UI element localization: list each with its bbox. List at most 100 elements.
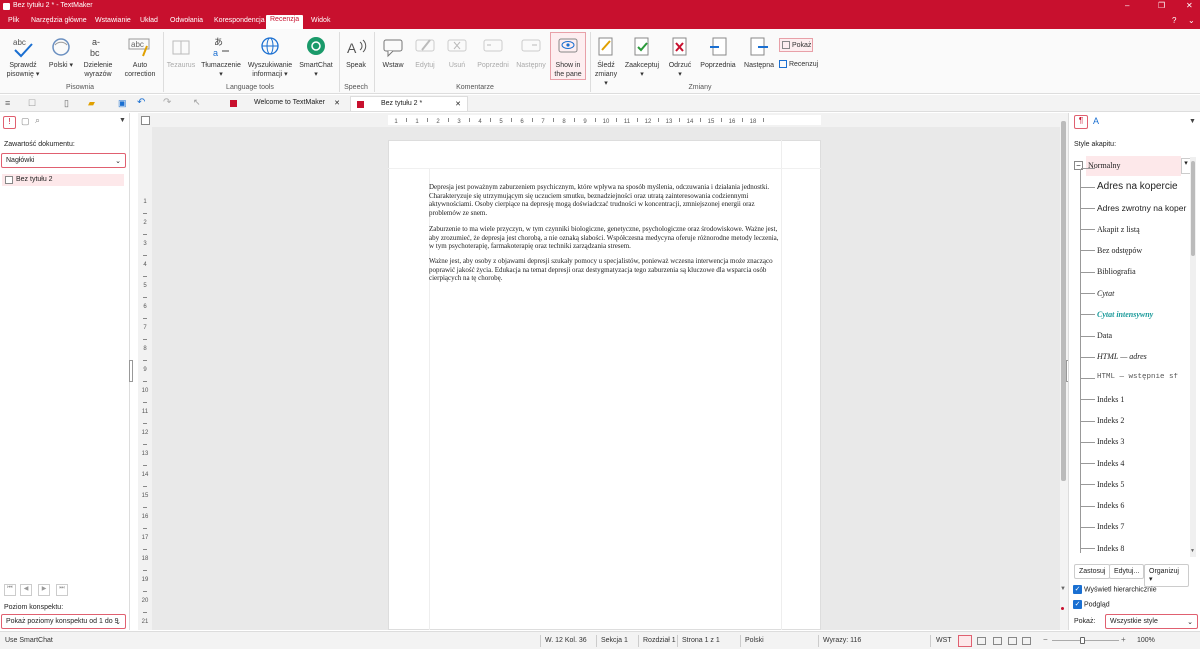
paragraph[interactable]: Ważne jest, aby osoby z objawami depresj… (429, 257, 781, 283)
ribbon-collapse-icon[interactable]: ⌄ (1188, 16, 1195, 25)
scrollbar-thumb[interactable] (1191, 161, 1195, 256)
next-comment-button[interactable]: Następny (514, 36, 548, 70)
master-page-view-icon[interactable] (1008, 637, 1017, 645)
edit-style-button[interactable]: Edytuj... (1109, 564, 1145, 579)
show-markup-button[interactable]: Pokaż (779, 38, 813, 52)
track-changes-button[interactable]: Śledź zmiany ▾ (593, 36, 619, 88)
menu-tab-home[interactable]: Narzędzia główne (27, 16, 91, 25)
navigator-icon[interactable]: ! (3, 116, 16, 129)
outline-tree-item[interactable]: Bez tytułu 2 (2, 174, 124, 186)
checkbox-icon[interactable] (5, 176, 13, 184)
close-tab-icon[interactable]: ✕ (334, 99, 340, 107)
zoom-slider-thumb[interactable] (1080, 637, 1085, 644)
style-item[interactable]: Cytat intensywny (1097, 310, 1189, 319)
menu-tab-review[interactable]: Recenzja (266, 15, 304, 29)
style-item[interactable]: Cytat (1097, 289, 1189, 298)
previous-change-button[interactable]: Poprzednia (699, 36, 737, 70)
horizontal-ruler[interactable]: 1 1 2 3 4 5 6 7 8 9 10 11 12 13 14 15 16 18 (138, 113, 1060, 127)
scroll-down-icon[interactable]: ▼ (1060, 586, 1066, 592)
apply-style-button[interactable]: Zastosuj (1074, 564, 1111, 579)
delete-comment-button[interactable]: Usuń (443, 36, 471, 70)
full-screen-icon[interactable] (1022, 637, 1031, 645)
zoom-level[interactable]: 100% (1137, 637, 1155, 644)
menu-tab-layout[interactable]: Układ (136, 16, 162, 25)
chevron-down-icon[interactable]: ▼ (1189, 118, 1196, 125)
menu-tab-file[interactable]: Plik (4, 16, 23, 25)
style-item[interactable]: Indeks 5 (1097, 480, 1189, 489)
reject-change-button[interactable]: Odrzuć ▾ (666, 36, 694, 79)
show-in-pane-button[interactable]: Show in the pane (550, 32, 586, 80)
style-item[interactable]: Indeks 8 (1097, 544, 1189, 553)
style-item[interactable]: Bez odstępów (1097, 246, 1189, 255)
research-button[interactable]: Wyszukiwanie informacji ▾ (247, 36, 293, 79)
outline-view-icon[interactable] (993, 637, 1002, 645)
menu-icon[interactable]: ≡ (5, 98, 10, 108)
continuous-view-icon[interactable] (977, 637, 986, 645)
chevron-down-icon[interactable]: ▼ (119, 117, 126, 124)
style-item[interactable]: Adres na kopercie (1097, 181, 1189, 192)
bookmark-icon[interactable]: ▢ (21, 116, 30, 127)
content-type-select[interactable]: Nagłówki ⌄ (1, 153, 126, 168)
zoom-slider[interactable] (1052, 640, 1119, 641)
language-status[interactable]: Polski (745, 637, 764, 644)
thesaurus-button[interactable]: Tezaurus (164, 36, 198, 70)
zoom-in-icon[interactable]: + (1121, 635, 1126, 644)
vertical-ruler[interactable]: 1 2 3 4 5 6 7 8 9 10 11 12 13 14 15 16 17 18 19 20 21 (138, 127, 152, 634)
tab-document[interactable]: Bez tytułu 2 * ✕ (350, 96, 468, 111)
menu-tab-insert[interactable]: Wstawianie (91, 16, 135, 25)
show-styles-select[interactable]: Wszystkie style ⌄ (1105, 614, 1198, 629)
translate-button[interactable]: あa Tłumaczenie ▾ (200, 36, 242, 79)
organize-styles-button[interactable]: Organizuj ▾ (1144, 564, 1189, 587)
redo-icon[interactable]: ↷ (163, 97, 171, 108)
style-item[interactable]: Adres zwrotny na koper (1097, 203, 1189, 213)
style-item[interactable]: Data (1097, 331, 1189, 340)
style-item[interactable]: HTML — adres (1097, 352, 1189, 361)
preview-checkbox[interactable]: ✓ Podgląd (1073, 600, 1110, 609)
previous-page-icon[interactable]: ◀ (20, 584, 32, 596)
menu-tab-references[interactable]: Odwołania (166, 16, 207, 25)
hand-icon[interactable]: ☐ (28, 98, 36, 109)
character-style-icon[interactable]: A (1093, 116, 1099, 126)
browse-object-icon[interactable] (1061, 607, 1064, 610)
style-item[interactable]: Indeks 3 (1097, 437, 1189, 446)
styles-scrollbar[interactable]: ▼ (1190, 157, 1196, 557)
style-item[interactable]: Indeks 4 (1097, 459, 1189, 468)
splitter-handle[interactable] (129, 360, 133, 382)
next-change-button[interactable]: Następna (742, 36, 776, 70)
page-view-icon[interactable] (958, 635, 972, 647)
style-item[interactable]: Indeks 1 (1097, 395, 1189, 404)
search-icon[interactable]: ⌕ (35, 115, 40, 126)
close-tab-icon[interactable]: ✕ (455, 100, 461, 108)
language-button[interactable]: Polski ▾ (48, 36, 74, 70)
previous-comment-button[interactable]: Poprzedni (475, 36, 511, 70)
insert-mode[interactable]: WST (936, 637, 952, 644)
restore-icon[interactable]: ❐ (1158, 1, 1165, 10)
hyphenation-button[interactable]: a-bc Dzielenie wyrazów (80, 36, 116, 79)
paragraph[interactable]: Zaburzenie to ma wiele przyczyn, w tym c… (429, 225, 781, 251)
spell-check-button[interactable]: abc Sprawdź pisownię ▾ (2, 36, 44, 79)
speak-button[interactable]: A Speak (341, 36, 371, 70)
undo-icon[interactable]: ↶ (137, 97, 145, 108)
edit-comment-button[interactable]: Edytuj (411, 36, 439, 70)
style-item[interactable]: Bibliografia (1097, 267, 1189, 276)
tab-welcome[interactable]: Welcome to TextMaker ✕ (224, 96, 346, 111)
scrollbar-thumb[interactable] (1061, 121, 1066, 481)
smartchat-button[interactable]: SmartChat ▾ (297, 36, 335, 79)
first-page-icon[interactable]: ⏮ (4, 584, 16, 596)
show-hierarchical-checkbox[interactable]: ✓ Wyświetl hierarchicznie (1073, 585, 1157, 594)
save-icon[interactable]: ▣ (118, 98, 127, 109)
style-item[interactable]: Indeks 2 (1097, 416, 1189, 425)
style-item[interactable]: Akapit z listą (1097, 225, 1189, 234)
zoom-out-icon[interactable]: − (1043, 635, 1048, 644)
help-icon[interactable]: ? (1172, 16, 1176, 25)
paragraph[interactable]: Depresja jest poważnym zaburzeniem psych… (429, 183, 781, 218)
menu-tab-view[interactable]: Widok (307, 16, 334, 25)
paragraph-style-icon[interactable]: ¶ (1074, 115, 1088, 129)
new-document-icon[interactable]: ▯ (64, 98, 69, 109)
open-folder-icon[interactable]: ▰ (88, 98, 95, 109)
accept-change-button[interactable]: Zaakceptuj ▾ (623, 36, 661, 79)
review-pane-button[interactable]: Recenzuj (779, 60, 823, 69)
minimize-icon[interactable]: – (1125, 1, 1129, 10)
style-item[interactable]: Indeks 7 (1097, 522, 1189, 531)
menu-tab-mailings[interactable]: Korespondencja (210, 16, 269, 25)
